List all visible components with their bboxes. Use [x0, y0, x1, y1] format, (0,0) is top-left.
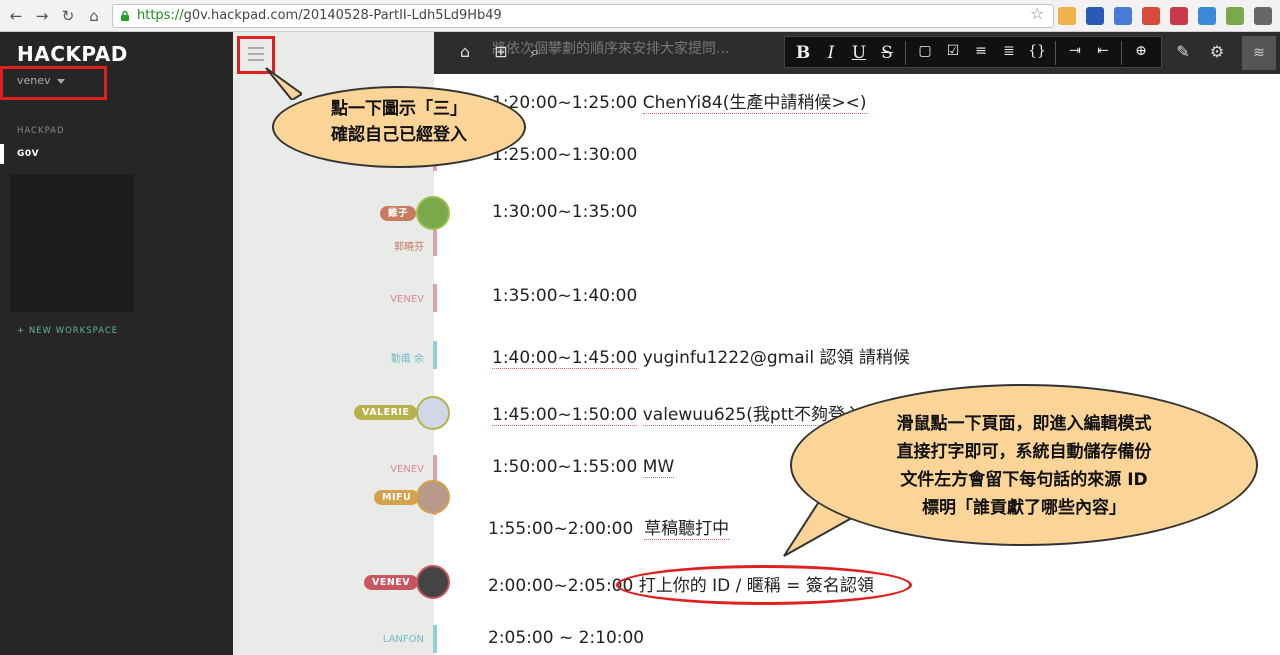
- row-time: 1:30:00~1:35:00: [492, 202, 638, 222]
- divider: [1055, 41, 1056, 65]
- menu-line: [248, 53, 264, 55]
- rss-icon[interactable]: ≋: [1242, 36, 1276, 70]
- back-button[interactable]: ←: [6, 6, 26, 26]
- callout-line: 文件左方會留下每句話的來源 ID: [900, 470, 1148, 490]
- edit-hint-callout: 滑鼠點一下頁面，即進入編輯模式 直接打字即可，系統自動儲存備份 文件左方會留下每…: [790, 384, 1258, 546]
- highlight-oval: [616, 565, 912, 605]
- callout-line: 點一下圖示「三」: [331, 99, 467, 119]
- callout-line: 滑鼠點一下頁面，即進入編輯模式: [896, 414, 1152, 434]
- gplus-icon[interactable]: [1142, 7, 1160, 25]
- format-toolbar: B I U S ▢ ☑ ≡ ≣ {} ⇥ ⇤ ⊕: [784, 36, 1162, 68]
- browser-chrome: ← → ↻ ⌂ https://g0v.hackpad.com/20140528…: [0, 0, 1280, 32]
- row-time: 2:00:00~2:05:00: [488, 576, 634, 596]
- insert-icon[interactable]: ⊕: [1131, 43, 1151, 59]
- new-pad-icon[interactable]: ⊞: [490, 42, 512, 61]
- lock-icon: [121, 10, 129, 21]
- search-icon[interactable]: ⌕: [524, 42, 546, 62]
- leaf-icon[interactable]: [1226, 7, 1244, 25]
- callout-line: 直接打字即可，系統自動儲存備份: [896, 442, 1152, 462]
- callout-pointer: [265, 67, 302, 100]
- row-time: 1:40:00~1:45:00: [492, 348, 638, 369]
- pocket-icon[interactable]: [1170, 7, 1188, 25]
- home-icon[interactable]: ⌂: [454, 42, 476, 61]
- content-row[interactable]: 1:25:00~1:30:00: [0, 145, 1280, 185]
- row-text: MW: [642, 457, 675, 478]
- numbered-list-icon[interactable]: ≣: [999, 43, 1019, 59]
- menu-line: [248, 47, 264, 49]
- translate-icon[interactable]: [1198, 7, 1216, 25]
- row-time: 2:05:00 ~ 2:10:00: [488, 628, 645, 648]
- underline-button[interactable]: U: [849, 43, 869, 63]
- row-time: 1:45:00~1:50:00: [492, 405, 638, 426]
- home-button[interactable]: ⌂: [84, 6, 104, 26]
- extension-icon[interactable]: [1058, 7, 1076, 25]
- url-scheme: https://: [137, 8, 184, 23]
- pencil-icon[interactable]: ✎: [1172, 42, 1194, 61]
- row-time: 1:55:00~2:00:00: [488, 519, 634, 539]
- row-content: 1:20:00~1:25:00 ChenYi84(生產中請稍候><): [492, 88, 867, 114]
- row-content: 1:50:00~1:55:00 MW: [492, 457, 675, 478]
- callout-line: 確認自己已經登入: [331, 125, 467, 145]
- row-time: 1:35:00~1:40:00: [492, 286, 638, 306]
- new-workspace-link[interactable]: + NEW WORKSPACE: [17, 326, 118, 336]
- row-content: 1:55:00~2:00:00 草稿聽打中: [488, 514, 730, 540]
- strike-button[interactable]: S: [877, 43, 897, 63]
- row-time: 1:25:00~1:30:00: [492, 145, 638, 165]
- comment-icon[interactable]: ▢: [915, 43, 935, 59]
- content-row[interactable]: 1:40:00~1:45:00 yuginfu1222@gmail 認領 請稍候: [0, 343, 1280, 383]
- row-content: 1:40:00~1:45:00 yuginfu1222@gmail 認領 請稍候: [492, 343, 910, 369]
- content-row[interactable]: 1:35:00~1:40:00: [0, 286, 1280, 326]
- row-time: 1:50:00~1:55:00: [492, 457, 638, 477]
- menu-icon[interactable]: [1254, 7, 1272, 25]
- code-icon[interactable]: {}: [1027, 43, 1047, 59]
- cloud-icon[interactable]: [1086, 7, 1104, 25]
- content-row[interactable]: 2:05:00 ~ 2:10:00: [0, 628, 1280, 655]
- bold-button[interactable]: B: [793, 43, 813, 63]
- forward-button[interactable]: →: [32, 6, 52, 26]
- outdent-icon[interactable]: ⇤: [1093, 43, 1113, 59]
- row-text: yuginfu1222@gmail 認領 請稍候: [642, 348, 910, 368]
- checkbox-icon[interactable]: ☑: [943, 43, 963, 59]
- italic-button[interactable]: I: [821, 43, 841, 63]
- menu-line: [248, 59, 264, 61]
- reload-button[interactable]: ↻: [58, 6, 78, 26]
- callout-line: 標明「誰貢獻了哪些內容」: [922, 498, 1126, 518]
- divider: [905, 41, 906, 65]
- bookmark-star-icon[interactable]: ☆: [1030, 4, 1044, 23]
- hackpad-logo[interactable]: HACKPAD: [17, 42, 128, 66]
- content-row[interactable]: 1:20:00~1:25:00 ChenYi84(生產中請稍候><): [0, 88, 1280, 128]
- bullet-list-icon[interactable]: ≡: [971, 43, 991, 59]
- row-text: 草稿聽打中: [644, 519, 730, 540]
- address-bar[interactable]: https://g0v.hackpad.com/20140528-PartII-…: [112, 4, 1054, 28]
- url-rest: g0v.hackpad.com/20140528-PartII-Ldh5Ld9H…: [183, 8, 502, 23]
- indent-icon[interactable]: ⇥: [1065, 43, 1085, 59]
- content-row[interactable]: 1:30:00~1:35:00: [0, 202, 1280, 242]
- window-icon[interactable]: [1114, 7, 1132, 25]
- divider: [1121, 41, 1122, 65]
- menu-hint-callout: 點一下圖示「三」 確認自己已經登入: [272, 86, 526, 168]
- row-text: ChenYi84(生產中請稍候><): [642, 93, 867, 114]
- gear-icon[interactable]: ⚙: [1206, 42, 1228, 61]
